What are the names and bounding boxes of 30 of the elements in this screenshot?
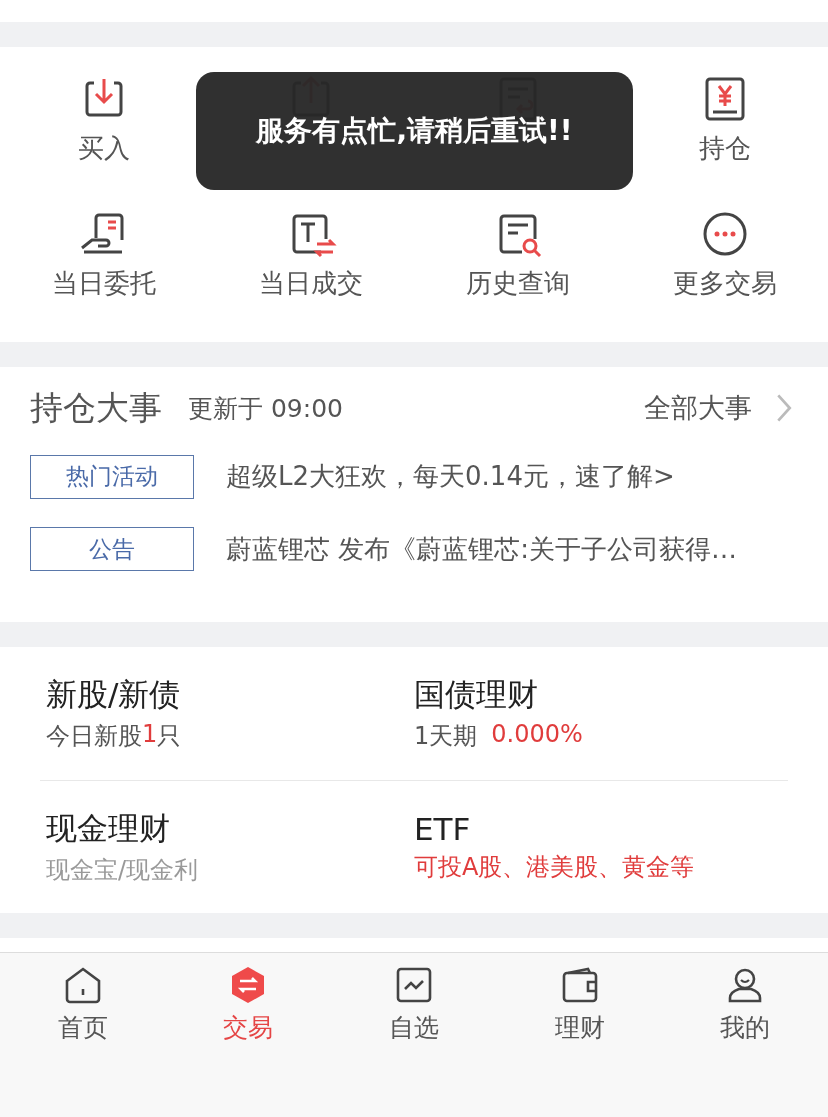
subtitle-text: 可投A股、港美股、黄金等 bbox=[414, 851, 695, 883]
subtitle-text: 1天期 bbox=[414, 721, 478, 753]
update-time: 更新于 09:00 bbox=[188, 392, 343, 425]
event-text[interactable]: 蔚蓝锂芯 发布《蔚蓝锂芯:关于子公司获得… bbox=[226, 531, 738, 567]
nav-tab[interactable]: 自选 bbox=[331, 965, 497, 1044]
subtitle-text: 现金宝/现金利 bbox=[46, 854, 199, 886]
action-item[interactable]: 更多交易 bbox=[621, 208, 828, 301]
nav-tab[interactable]: 交易 bbox=[165, 965, 332, 1044]
chevron-right-icon[interactable] bbox=[776, 393, 792, 423]
all-events-link[interactable]: 全部大事 bbox=[644, 390, 752, 426]
subtitle-text: 今日新股 bbox=[46, 721, 142, 753]
nav-tab[interactable]: 我的 bbox=[662, 965, 828, 1044]
event-text[interactable]: 超级L2大狂欢，每天0.14元，速了解> bbox=[226, 459, 675, 494]
event-tag: 公告 bbox=[30, 527, 194, 571]
event-tag: 热门活动 bbox=[30, 454, 194, 499]
product-title: 国债理财 bbox=[414, 675, 539, 715]
subtitle-text: 只 bbox=[157, 721, 182, 753]
product-title: 新股/新债 bbox=[46, 675, 182, 715]
nav-tab[interactable]: 首页 bbox=[0, 965, 166, 1044]
action-item[interactable]: 当日成交 bbox=[207, 208, 414, 301]
action-item[interactable]: 当日委托 bbox=[0, 208, 207, 301]
subtitle-text: 0.000% bbox=[491, 720, 583, 751]
nav-tab[interactable]: 理财 bbox=[496, 965, 663, 1044]
product-title: 现金理财 bbox=[46, 808, 171, 848]
chart-icon bbox=[394, 965, 434, 1005]
product-title: ETF bbox=[414, 810, 472, 847]
busy-toast: 服务有点忙,请稍后重试!! bbox=[196, 72, 633, 190]
subtitle-text: 1 bbox=[142, 720, 158, 751]
section-title: 持仓大事 bbox=[30, 386, 162, 429]
action-item[interactable]: 历史查询 bbox=[414, 208, 621, 301]
